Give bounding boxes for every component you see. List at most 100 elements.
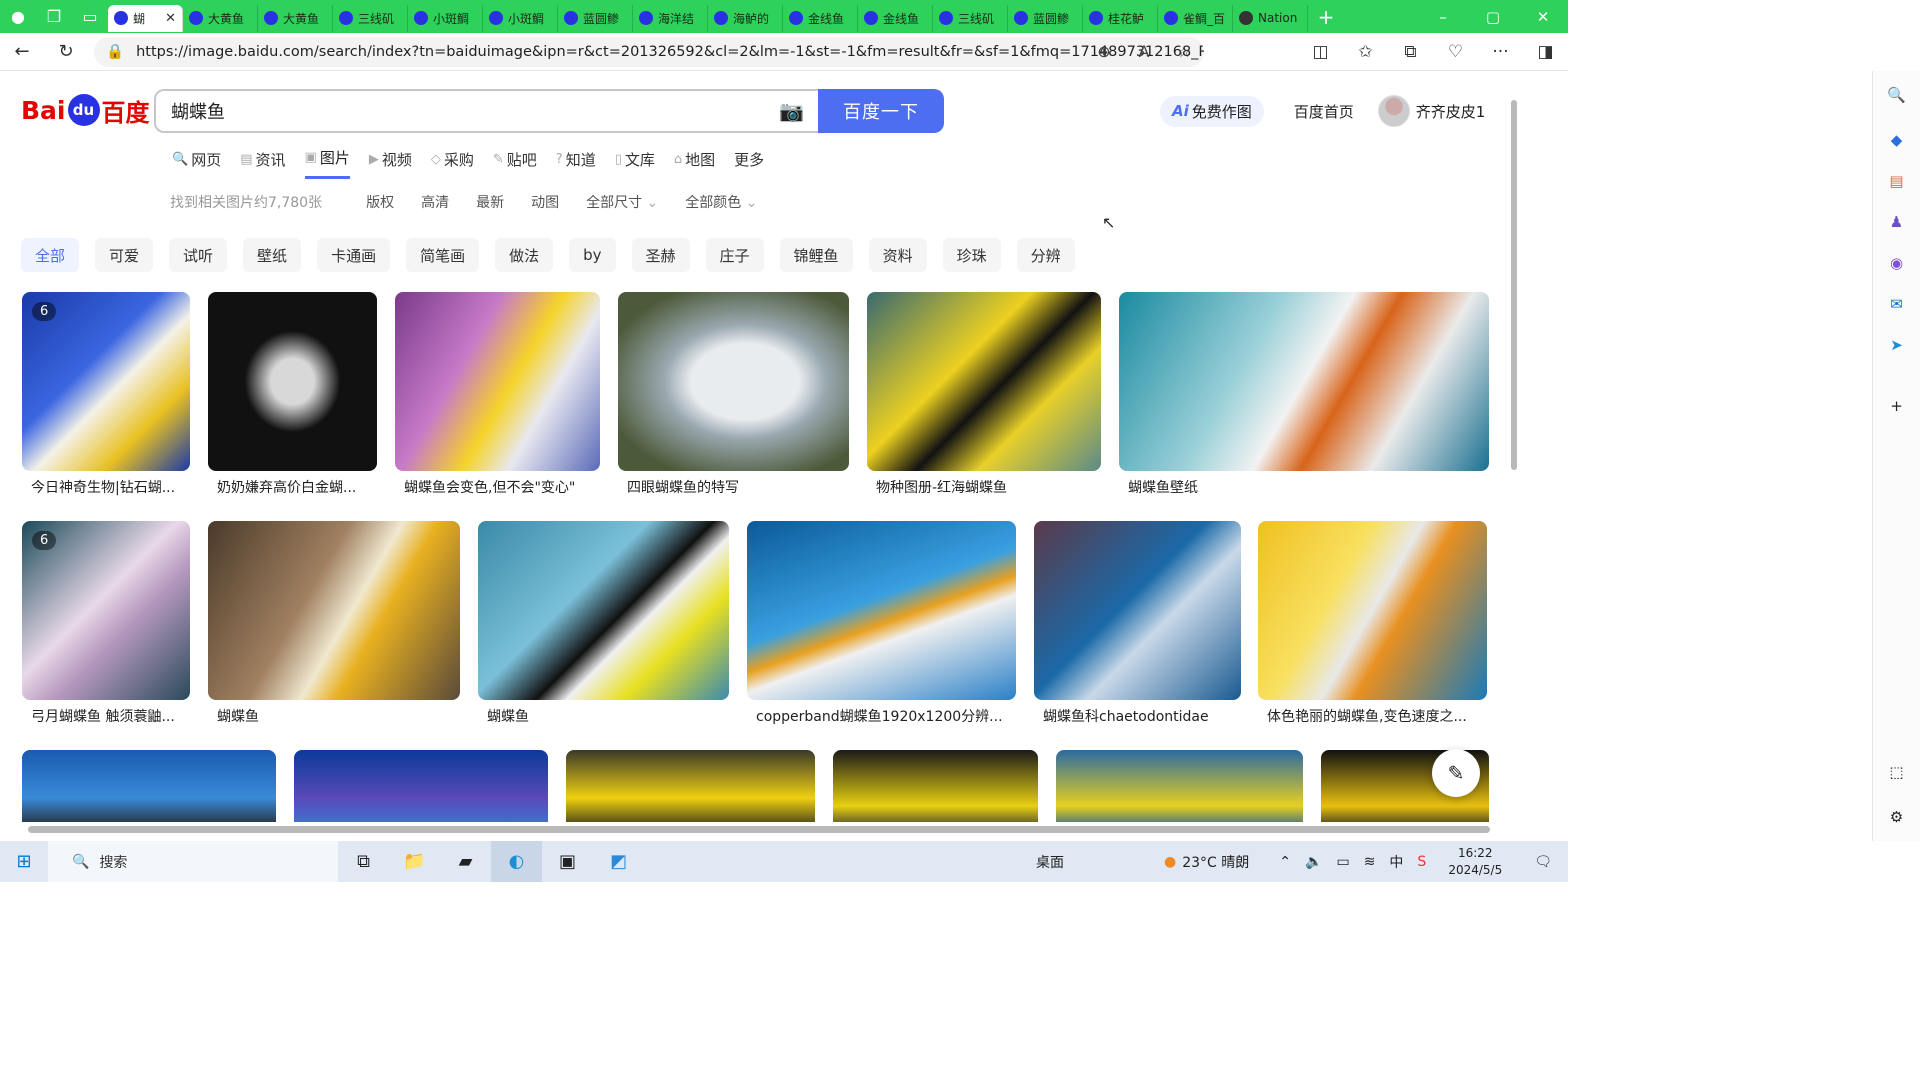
image-result[interactable] <box>294 750 548 822</box>
result-caption[interactable]: 蝴蝶鱼壁纸 <box>1128 477 1488 497</box>
image-result[interactable]: 蝴蝶鱼 <box>478 521 729 731</box>
result-caption[interactable]: 蝴蝶鱼科chaetodontidae <box>1043 706 1240 726</box>
tag-chip[interactable]: 试听 <box>169 238 228 272</box>
tag-chip[interactable]: 壁纸 <box>243 238 302 272</box>
result-caption[interactable]: copperband蝴蝶鱼1920x1200分辨... <box>756 706 1015 726</box>
result-thumbnail[interactable] <box>618 292 849 471</box>
photos-app-icon[interactable]: ▣ <box>542 841 593 882</box>
result-thumbnail[interactable] <box>395 292 600 471</box>
browser-tab[interactable]: 金线鱼 <box>783 4 858 32</box>
zoom-icon[interactable]: ⊕ <box>1084 42 1124 61</box>
new-tab-button[interactable]: + <box>1308 5 1344 29</box>
tag-chip[interactable]: 做法 <box>495 238 554 272</box>
result-caption[interactable]: 弓月蝴蝶鱼 触须蓑鼬... <box>31 706 189 726</box>
nav-tab[interactable]: ▯ 文库 <box>615 147 655 179</box>
tray-chevron-icon[interactable]: ⌃ <box>1279 854 1291 870</box>
tag-chip[interactable]: 卡通画 <box>317 238 391 272</box>
result-caption[interactable]: 体色艳丽的蝴蝶鱼,变色速度之... <box>1267 706 1486 726</box>
back-icon[interactable]: ← <box>0 33 44 71</box>
tag-chip[interactable]: 珍珠 <box>942 238 1001 272</box>
desktop-label[interactable]: 桌面 <box>1036 852 1064 872</box>
image-result[interactable]: 6 弓月蝴蝶鱼 触须蓑鼬... <box>22 521 190 731</box>
tag-chip[interactable]: 简笔画 <box>406 238 480 272</box>
result-thumbnail[interactable] <box>478 521 729 700</box>
result-caption[interactable]: 物种图册-红海蝴蝶鱼 <box>876 477 1100 497</box>
close-window-button[interactable]: ✕ <box>1518 8 1568 26</box>
search-icon[interactable]: 🔍 <box>1873 71 1920 119</box>
browser-tab[interactable]: 大黄鱼 <box>258 4 333 32</box>
result-thumbnail[interactable] <box>22 750 276 822</box>
tag-chip[interactable]: by <box>569 238 616 272</box>
browser-tab[interactable]: 小斑鲷 <box>408 4 483 32</box>
filter-latest[interactable]: 最新 <box>476 192 504 212</box>
nav-tab[interactable]: ▣ 图片 <box>304 147 350 179</box>
nav-tab[interactable]: 🔍 网页 <box>172 147 221 179</box>
result-thumbnail[interactable] <box>566 750 815 822</box>
nav-tab[interactable]: 更多 <box>734 147 764 179</box>
result-caption[interactable]: 蝴蝶鱼 <box>487 706 728 726</box>
image-result[interactable]: 蝴蝶鱼科chaetodontidae <box>1034 521 1241 731</box>
settings-gear-icon[interactable]: ⚙ <box>1873 796 1920 837</box>
image-result[interactable]: 物种图册-红海蝴蝶鱼 <box>867 292 1101 502</box>
file-explorer-icon[interactable]: 📁 <box>389 841 440 882</box>
filter-size-dropdown[interactable]: 全部尺寸 ⌄ <box>586 192 658 212</box>
ime-indicator[interactable]: 中 <box>1389 852 1403 872</box>
camera-search-icon[interactable]: 📷 <box>779 99 804 123</box>
collections-icon[interactable]: ❐ <box>36 0 72 33</box>
browser-tab[interactable]: 蝴 ✕ <box>108 4 183 32</box>
nav-tab[interactable]: ? 知道 <box>556 147 596 179</box>
search-input[interactable]: 蝴蝶鱼 📷 <box>154 89 820 133</box>
games-icon[interactable]: ♟ <box>1873 201 1920 242</box>
nav-tab[interactable]: ▶ 视频 <box>369 147 412 179</box>
wifi-icon[interactable]: ≋ <box>1364 854 1376 870</box>
baidu-logo[interactable]: Bai du 百度 <box>21 90 150 130</box>
image-result[interactable] <box>22 750 276 822</box>
minimize-button[interactable]: – <box>1418 8 1468 26</box>
tag-chip[interactable]: 全部 <box>21 238 80 272</box>
result-caption[interactable]: 蝴蝶鱼 <box>217 706 459 726</box>
notes-app-icon[interactable]: ▰ <box>440 841 491 882</box>
tab-actions-icon[interactable]: ▭ <box>72 0 108 33</box>
tab-close-icon[interactable]: ✕ <box>165 11 176 26</box>
telegram-icon[interactable]: ➤ <box>1873 324 1920 365</box>
read-aloud-icon[interactable]: A <box>1124 42 1164 61</box>
favorites-icon[interactable]: ✩ <box>1343 42 1388 62</box>
windows-start-icon[interactable]: ⊞ <box>0 841 48 882</box>
edge-browser-icon[interactable]: ◐ <box>491 841 542 882</box>
browser-tab[interactable]: 三线矶 <box>333 4 408 32</box>
result-caption[interactable]: 奶奶嫌弃高价白金蝴... <box>217 477 376 497</box>
result-caption[interactable]: 今日神奇生物|钻石蝴... <box>31 477 189 497</box>
url-field[interactable]: 🔒 https://image.baidu.com/search/index?t… <box>94 36 1204 67</box>
edit-pencil-icon[interactable]: ✎ <box>1432 749 1480 797</box>
health-icon[interactable]: ♡ <box>1433 42 1478 62</box>
result-caption[interactable]: 蝴蝶鱼会变色,但不会"变心" <box>404 477 599 497</box>
browser-tab[interactable]: 桂花鲈 <box>1083 4 1158 32</box>
image-result[interactable] <box>833 750 1038 822</box>
image-result[interactable]: copperband蝴蝶鱼1920x1200分辨... <box>747 521 1016 731</box>
image-result[interactable]: 体色艳丽的蝴蝶鱼,变色速度之... <box>1258 521 1487 731</box>
result-thumbnail[interactable] <box>1034 521 1241 700</box>
maximize-button[interactable]: ▢ <box>1468 8 1518 26</box>
result-thumbnail[interactable] <box>833 750 1038 822</box>
taskbar-search[interactable]: 🔍 搜索 <box>48 841 338 882</box>
paint-app-icon[interactable]: ◩ <box>593 841 644 882</box>
image-result[interactable] <box>1056 750 1303 822</box>
tag-chip[interactable]: 庄子 <box>705 238 764 272</box>
tag-chip[interactable]: 可爱 <box>95 238 154 272</box>
battery-icon[interactable]: ▭ <box>1336 854 1349 870</box>
browser-tab[interactable]: 小斑鲷 <box>483 4 558 32</box>
refresh-icon[interactable]: ↻ <box>44 33 88 71</box>
image-result[interactable]: 蝴蝶鱼壁纸 <box>1119 292 1489 502</box>
screenshot-icon[interactable]: ⬚ <box>1873 751 1920 792</box>
result-thumbnail[interactable] <box>1119 292 1489 471</box>
filter-animated[interactable]: 动图 <box>531 192 559 212</box>
result-thumbnail[interactable] <box>294 750 548 822</box>
volume-icon[interactable]: 🔈 <box>1305 854 1322 870</box>
weather-text[interactable]: 23°C 晴朗 <box>1182 852 1249 872</box>
outlook-icon[interactable]: ✉ <box>1873 283 1920 324</box>
result-thumbnail[interactable]: 6 <box>22 292 190 471</box>
collections-icon[interactable]: ⧉ <box>1388 42 1433 62</box>
clock[interactable]: 16:22 2024/5/5 <box>1448 845 1502 879</box>
more-menu-icon[interactable]: ··· <box>1478 42 1523 62</box>
add-app-icon[interactable]: + <box>1873 385 1920 426</box>
